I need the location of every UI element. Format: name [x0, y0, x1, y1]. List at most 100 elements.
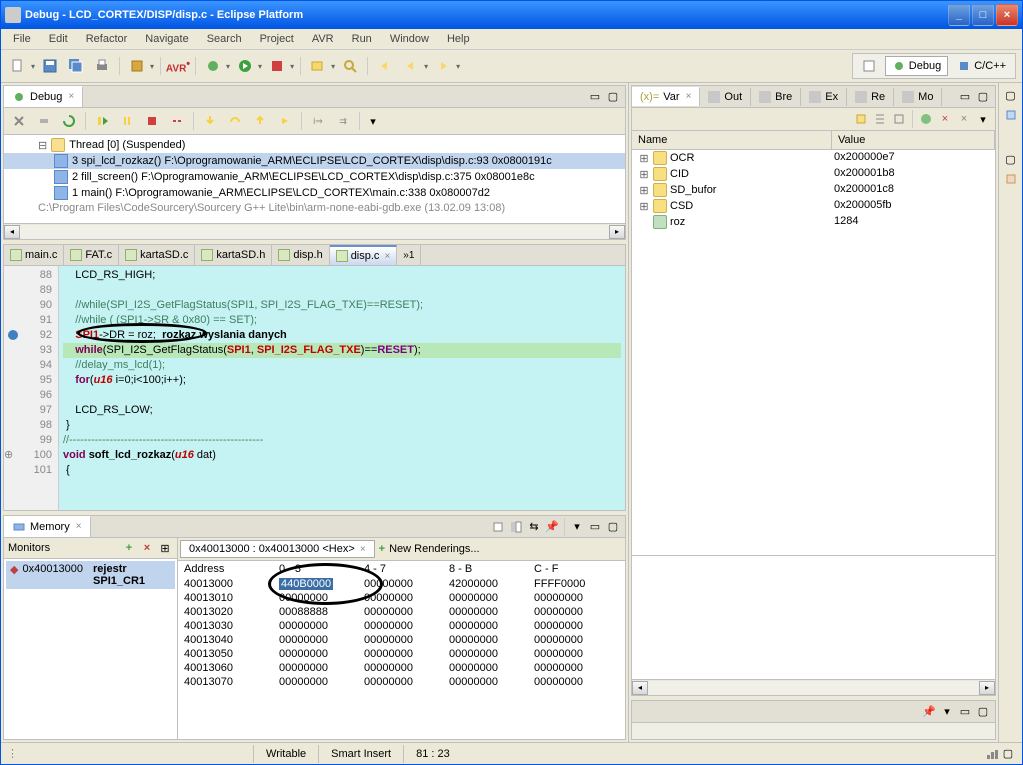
stack-frame[interactable]: 1 main() F:\Oprogramowanie_ARM\ECLIPSE\L… [4, 185, 625, 201]
maximize-icon[interactable]: ▢ [605, 519, 621, 535]
memory-row[interactable]: 40013000440B00000000000042000000FFFF0000 [178, 577, 625, 591]
print-button[interactable] [91, 55, 113, 77]
view-menu-icon[interactable]: ▾ [975, 111, 991, 127]
tab-out[interactable]: Out [700, 88, 751, 106]
memory-row[interactable]: 4001307000000000000000000000000000000000 [178, 675, 625, 689]
link-icon[interactable]: ⇆ [526, 519, 542, 535]
maximize-button[interactable]: □ [972, 4, 994, 26]
monitors-list[interactable]: ◆ 0x40013000 rejestr SPI1_CR1 [4, 559, 177, 739]
remove-all-button[interactable]: × [956, 111, 972, 127]
breakpoint-icon[interactable] [8, 330, 18, 340]
toggle-monitors-icon[interactable] [508, 519, 524, 535]
close-icon[interactable]: × [76, 521, 82, 532]
variable-row[interactable]: ⊞OCR0x200000e7 [632, 150, 995, 166]
editor-tab[interactable]: kartaSD.c [119, 245, 195, 265]
show-type-names-button[interactable] [853, 111, 869, 127]
suspend-button[interactable] [116, 110, 138, 132]
restart-button[interactable] [58, 110, 80, 132]
outline-icon[interactable] [1003, 107, 1019, 123]
editor-tab[interactable]: disp.c× [330, 245, 398, 265]
editor-tab[interactable]: FAT.c [64, 245, 119, 265]
memory-row[interactable]: 4001305000000000000000000000000000000000 [178, 647, 625, 661]
perspective-debug[interactable]: Debug [885, 56, 948, 76]
monitor-item[interactable]: ◆ 0x40013000 rejestr SPI1_CR1 [6, 561, 175, 589]
connect-button[interactable] [33, 110, 55, 132]
tab-variables[interactable]: (x)= Var × [632, 87, 700, 106]
add-monitor-button[interactable]: + [121, 540, 137, 556]
stack-frame[interactable]: 2 fill_screen() F:\Oprogramowanie_ARM\EC… [4, 169, 625, 185]
remove-button[interactable]: × [937, 111, 953, 127]
scroll-right-button[interactable]: ▸ [609, 225, 625, 239]
variable-detail[interactable]: ◂ ▸ [632, 555, 995, 695]
expand-icon[interactable]: ⊞ [638, 168, 650, 181]
tasks-icon[interactable] [1003, 171, 1019, 187]
maximize-icon[interactable]: ▢ [605, 89, 621, 105]
variable-row[interactable]: roz1284 [632, 214, 995, 230]
scroll-left-button[interactable]: ◂ [632, 681, 648, 695]
instruction-step-button[interactable]: i⇒ [307, 110, 329, 132]
scrollbar[interactable] [648, 681, 979, 695]
terminate-button[interactable] [141, 110, 163, 132]
menu-avr[interactable]: AVR [304, 31, 342, 47]
menu-refactor[interactable]: Refactor [78, 31, 136, 47]
scroll-left-button[interactable]: ◂ [4, 225, 20, 239]
back-button[interactable] [400, 55, 422, 77]
memory-table[interactable]: Address0 - 34 - 78 - BC - F 40013000440B… [178, 561, 625, 739]
maximize-icon[interactable]: ▢ [975, 89, 991, 105]
new-rendering-icon[interactable] [490, 519, 506, 535]
avr-button[interactable]: AVR• [167, 55, 189, 77]
tab-debug[interactable]: Debug× [4, 86, 83, 107]
menu-navigate[interactable]: Navigate [137, 31, 196, 47]
save-button[interactable] [39, 55, 61, 77]
column-name[interactable]: Name [632, 131, 832, 149]
minimize-icon[interactable]: ▭ [957, 704, 973, 720]
rendering-tab[interactable]: 0x40013000 : 0x40013000 <Hex> × [180, 540, 375, 558]
build-button[interactable] [126, 55, 148, 77]
menu-file[interactable]: File [5, 31, 39, 47]
debug-button[interactable] [202, 55, 224, 77]
titlebar[interactable]: Debug - LCD_CORTEX/DISP/disp.c - Eclipse… [1, 1, 1022, 29]
close-icon[interactable]: × [384, 251, 390, 262]
tab-mo[interactable]: Mo [894, 88, 942, 106]
scrollbar[interactable] [20, 225, 609, 239]
close-icon[interactable]: × [68, 91, 74, 102]
maximize-icon[interactable]: ▢ [975, 704, 991, 720]
remove-monitor-button[interactable]: × [139, 540, 155, 556]
restore-icon[interactable]: ▢ [1003, 87, 1019, 103]
view-menu-icon[interactable]: ▾ [939, 704, 955, 720]
menu-run[interactable]: Run [344, 31, 380, 47]
tab-re[interactable]: Re [847, 88, 894, 106]
expand-icon[interactable]: ⊞ [638, 152, 650, 165]
tab-ex[interactable]: Ex [801, 88, 847, 106]
minimize-icon[interactable]: ▭ [587, 519, 603, 535]
resume-button[interactable] [91, 110, 113, 132]
variable-row[interactable]: ⊞CSD0x200005fb [632, 198, 995, 214]
last-edit-button[interactable] [374, 55, 396, 77]
open-perspective-button[interactable] [855, 56, 883, 76]
minimize-icon[interactable]: ▭ [587, 89, 603, 105]
menu-help[interactable]: Help [439, 31, 478, 47]
toggle-pane-button[interactable]: ⊞ [157, 540, 173, 556]
tab-bre[interactable]: Bre [751, 88, 801, 106]
tab-memory[interactable]: Memory× [4, 516, 91, 537]
variable-row[interactable]: ⊞SD_bufor0x200001c8 [632, 182, 995, 198]
add-global-button[interactable] [918, 111, 934, 127]
pin-icon[interactable]: 📌 [921, 704, 937, 720]
editor-tab[interactable]: main.c [4, 245, 64, 265]
view-menu-icon[interactable]: ▾ [365, 113, 381, 129]
scroll-right-button[interactable]: ▸ [979, 681, 995, 695]
close-icon[interactable]: × [686, 91, 692, 102]
menu-project[interactable]: Project [252, 31, 302, 47]
menu-edit[interactable]: Edit [41, 31, 76, 47]
step-into-button[interactable] [199, 110, 221, 132]
perspective-cpp[interactable]: C/C++ [950, 56, 1013, 76]
save-all-button[interactable] [65, 55, 87, 77]
forward-button[interactable] [432, 55, 454, 77]
show-logical-structure-button[interactable] [872, 111, 888, 127]
debug-tree[interactable]: ⊟Thread [0] (Suspended) 3 spi_lcd_rozkaz… [4, 135, 625, 223]
remove-terminated-button[interactable] [8, 110, 30, 132]
memory-row[interactable]: 4001301000000000000000000000000000000000 [178, 591, 625, 605]
trim-icon[interactable]: ▢ [1000, 746, 1016, 762]
use-step-filters-button[interactable]: ⇉ [332, 110, 354, 132]
variable-row[interactable]: ⊞CID0x200001b8 [632, 166, 995, 182]
